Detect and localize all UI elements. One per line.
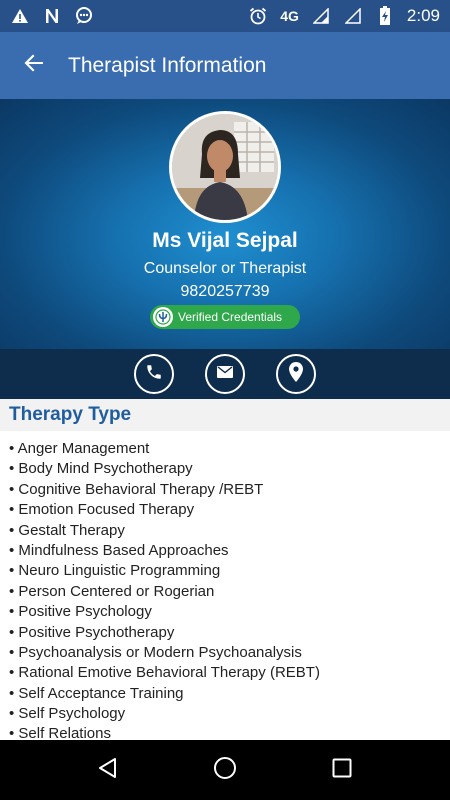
page-title: Therapist Information [68,53,267,77]
list-item: Positive Psychology [9,602,439,622]
triangle-back-icon [97,757,119,784]
verified-credentials-badge[interactable]: Verified Credentials [150,305,300,329]
list-item: Positive Psychotherapy [9,623,439,643]
list-item: Self Acceptance Training [9,684,439,704]
list-item: Emotion Focused Therapy [9,500,439,520]
therapy-type-header: Therapy Type [0,399,450,431]
location-pin-icon [289,361,303,387]
list-item: Gestalt Therapy [9,521,439,541]
n-notification-icon [42,6,62,26]
arrow-back-icon [22,51,46,80]
status-left-icons [10,6,94,26]
list-item: Anger Management [9,439,439,459]
nav-back-button[interactable] [88,750,128,790]
system-nav-bar [0,740,450,800]
list-item: Body Mind Psychotherapy [9,459,439,479]
section-title: Therapy Type [9,404,132,425]
therapist-phone: 9820257739 [180,283,270,300]
list-item: Cognitive Behavioral Therapy /REBT [9,480,439,500]
list-item: Person Centered or Rogerian [9,582,439,602]
psi-logo-icon [153,307,173,327]
therapy-type-list: Anger Management Body Mind Psychotherapy… [9,439,439,745]
status-right-icons: 4G 2:09 [248,6,440,26]
profile-header: Ms Vijal Sejpal Counselor or Therapist 9… [0,99,450,349]
avatar [169,111,281,223]
list-item: Rational Emotive Behavioral Therapy (REB… [9,663,439,683]
list-item: Neuro Linguistic Programming [9,561,439,581]
nav-home-button[interactable] [205,750,245,790]
nav-recents-button[interactable] [322,750,362,790]
list-item: Self Psychology [9,704,439,724]
circle-home-icon [213,756,237,785]
mail-icon [217,365,233,383]
network-type-label: 4G [280,8,299,24]
list-item: Mindfulness Based Approaches [9,541,439,561]
alarm-icon [248,6,268,26]
warning-icon [10,6,30,26]
square-recents-icon [332,758,352,783]
battery-charging-icon [375,6,395,26]
contact-actions-bar [0,349,450,399]
app-bar: Therapist Information [0,32,450,99]
call-button[interactable] [134,354,174,394]
phone-icon [145,363,163,386]
back-button[interactable] [0,32,68,99]
therapist-role: Counselor or Therapist [143,260,307,277]
email-button[interactable] [205,354,245,394]
list-item: Psychoanalysis or Modern Psychoanalysis [9,643,439,663]
verified-credentials-label: Verified Credentials [178,310,283,324]
chat-notification-icon [74,6,94,26]
signal-icon [311,6,331,26]
status-time: 2:09 [406,6,440,25]
location-button[interactable] [276,354,316,394]
status-bar: 4G 2:09 [0,0,450,32]
therapist-name: Ms Vijal Sejpal [152,229,298,252]
signal-icon [343,6,363,26]
